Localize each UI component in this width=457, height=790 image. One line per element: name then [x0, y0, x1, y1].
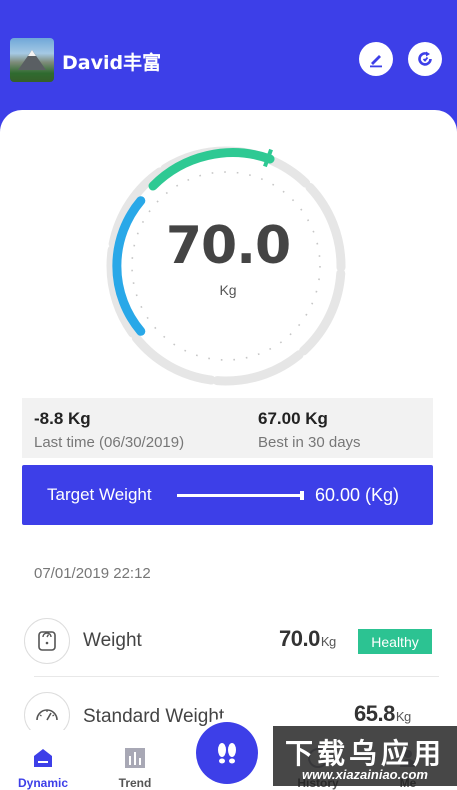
username[interactable]: David丰富 — [62, 48, 161, 75]
standard-weight-number: 65.8 — [354, 701, 395, 726]
target-weight-bar[interactable]: Target Weight 60.00 (Kg) — [22, 465, 433, 525]
stats-strip: -8.8 Kg Last time (06/30/2019) 67.00 Kg … — [22, 398, 433, 458]
measure-button[interactable] — [196, 722, 258, 784]
weight-number: 70.0 — [279, 626, 320, 651]
target-progress-marker — [300, 491, 304, 500]
gauge-progress-arc — [148, 148, 275, 191]
current-weight: 70.0 — [165, 216, 291, 276]
scale-icon — [38, 631, 56, 651]
measurement-time: 07/01/2019 22:12 — [34, 565, 151, 582]
target-progress-line — [177, 494, 303, 497]
scale-icon-wrap — [24, 618, 70, 664]
tab-trend[interactable]: Trend — [108, 746, 162, 790]
app-header: David丰富 — [0, 0, 457, 110]
edit-button[interactable] — [359, 42, 393, 76]
speedometer-icon — [36, 709, 58, 721]
target-weight-label: Target Weight — [47, 485, 152, 504]
watermark: 下载乌应用 www.xiazainiao.com — [273, 726, 457, 786]
weight-value: 70.0Kg — [279, 626, 336, 652]
best-label: Best in 30 days — [258, 434, 361, 451]
best-value: 67.00 Kg — [258, 409, 328, 428]
watermark-title: 下载乌应用 — [284, 737, 445, 770]
target-weight-value: 60.00 (Kg) — [315, 485, 400, 505]
standard-weight-value: 65.8Kg — [354, 701, 411, 727]
last-change-label: Last time (06/30/2019) — [34, 434, 185, 451]
tab-dynamic[interactable]: Dynamic — [14, 746, 72, 790]
avatar[interactable] — [10, 38, 54, 82]
home-icon — [34, 749, 52, 767]
watermark-url: www.xiazainiao.com — [302, 767, 428, 782]
tab-trend-label: Trend — [118, 776, 152, 790]
status-badge: Healthy — [358, 629, 432, 654]
standard-weight-label: Standard Weight — [83, 706, 225, 727]
footprints-icon — [218, 743, 236, 764]
standard-weight-unit: Kg — [395, 709, 411, 724]
weight-unit: Kg — [320, 634, 336, 649]
weight-label: Weight — [83, 630, 142, 651]
tab-dynamic-label: Dynamic — [17, 776, 69, 790]
refresh-icon — [418, 51, 432, 66]
row-divider — [34, 676, 439, 677]
sync-button[interactable] — [408, 42, 442, 76]
current-weight-unit: Kg — [219, 282, 237, 298]
pencil-icon — [370, 55, 382, 68]
last-change-value: -8.8 Kg — [34, 409, 91, 428]
bar-chart-icon — [125, 748, 145, 768]
